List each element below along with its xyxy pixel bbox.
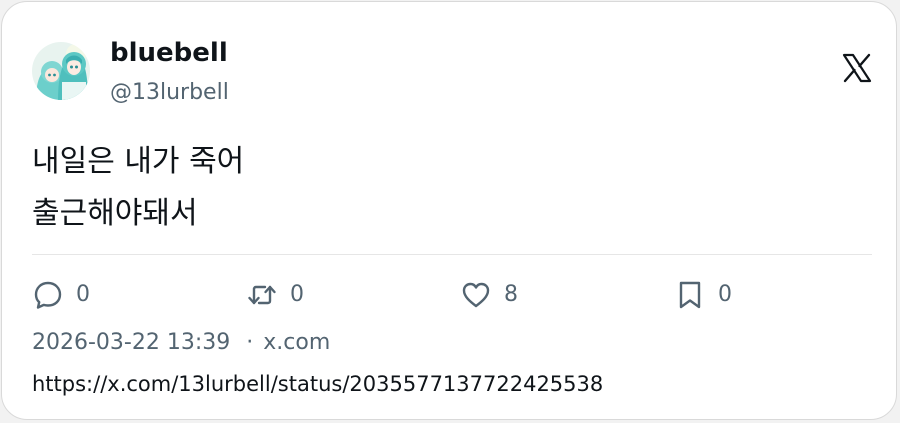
tweet-line-2: 출근해야돼서: [32, 196, 198, 231]
tweet-card: bluebell @13lurbell 내일은 내가 죽어 출근해야돼서 0 0: [1, 1, 897, 420]
tweet-url[interactable]: https://x.com/13lurbell/status/203557713…: [32, 369, 603, 399]
tweet-line-1: 내일은 내가 죽어: [32, 144, 245, 179]
avatar-image: [32, 42, 90, 100]
x-logo-icon[interactable]: [842, 53, 872, 83]
author-display-name[interactable]: bluebell: [110, 36, 228, 70]
source-link[interactable]: x.com: [263, 328, 330, 358]
timestamp[interactable]: 2026-03-22 13:39: [32, 328, 230, 358]
like-button[interactable]: 8: [460, 278, 518, 312]
tweet-meta: 2026-03-22 13:39 · x.com: [32, 328, 330, 358]
heart-icon: [462, 282, 490, 308]
avatar[interactable]: [32, 42, 90, 100]
bookmark-count: 0: [718, 282, 732, 307]
retweet-count: 0: [290, 282, 304, 307]
bookmark-button[interactable]: 0: [674, 278, 732, 312]
divider: [32, 254, 872, 255]
reply-button[interactable]: 0: [32, 278, 90, 312]
reply-icon: [34, 281, 62, 309]
reply-count: 0: [76, 282, 90, 307]
bookmark-icon: [679, 281, 701, 309]
meta-separator: ·: [246, 330, 254, 355]
like-count: 8: [504, 282, 518, 307]
retweet-button[interactable]: 0: [246, 278, 304, 312]
tweet-text: 내일은 내가 죽어 출근해야돼서: [32, 136, 852, 240]
retweet-icon: [248, 285, 276, 305]
author-handle[interactable]: @13lurbell: [110, 78, 229, 108]
